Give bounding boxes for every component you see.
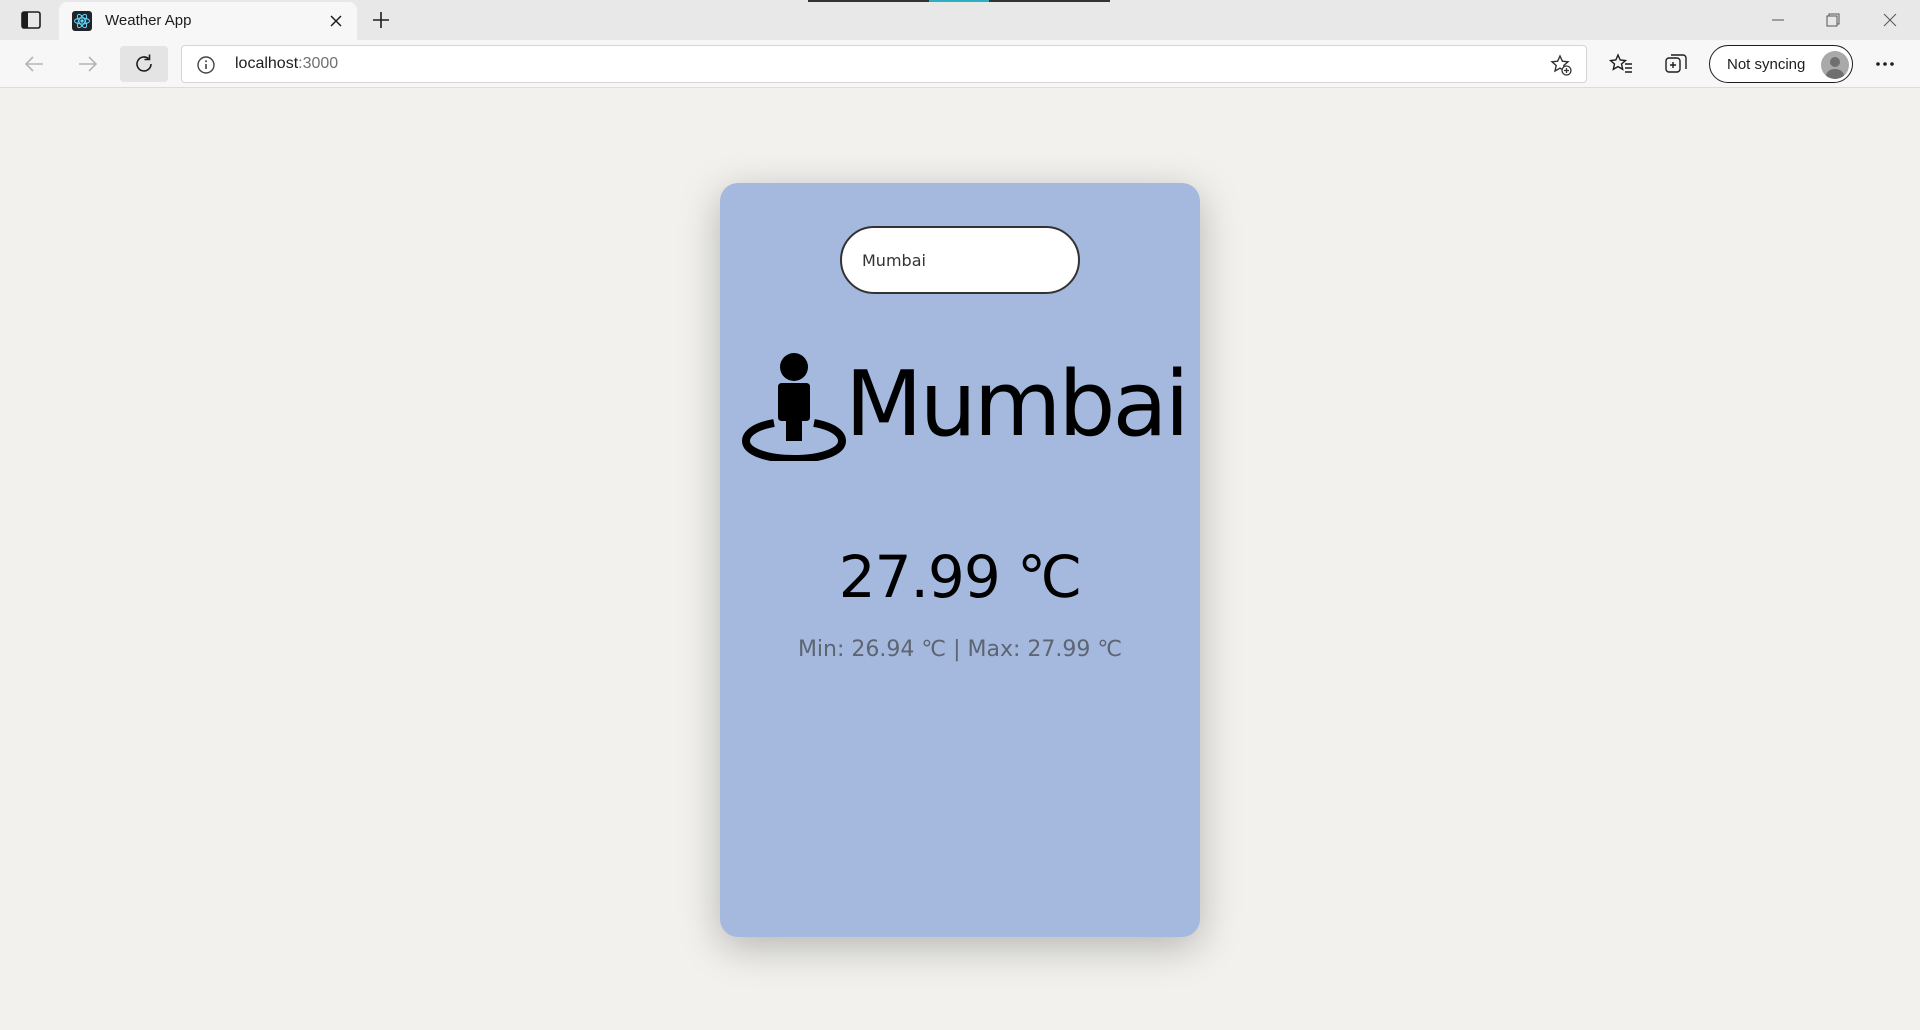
address-host: localhost — [235, 55, 299, 72]
sync-label: Not syncing — [1727, 56, 1806, 73]
collections-icon[interactable] — [1663, 51, 1689, 77]
react-icon — [72, 11, 92, 31]
back-arrow-icon[interactable] — [17, 47, 51, 81]
site-info-icon[interactable] — [196, 55, 216, 75]
close-tab-icon[interactable] — [326, 11, 346, 31]
browser-titlebar: Weather App — [0, 0, 1920, 40]
more-options-icon[interactable] — [1870, 51, 1900, 77]
page-viewport: Mumbai 27.99 ℃ Min: 26.94 ℃ | Max: 27.99… — [0, 89, 1920, 1030]
avatar — [1821, 51, 1849, 79]
street-view-icon — [741, 353, 847, 464]
tab-actions-icon[interactable] — [18, 9, 44, 31]
minimize-icon[interactable] — [1764, 6, 1792, 34]
refresh-icon[interactable] — [120, 46, 168, 82]
city-search-input[interactable] — [840, 226, 1080, 294]
browser-toolbar: localhost:3000 Not syncing — [0, 40, 1920, 88]
address-text: localhost:3000 — [235, 55, 338, 73]
tab-weather-app[interactable]: Weather App — [59, 2, 357, 40]
city-name: Mumbai — [845, 352, 1190, 457]
add-favorite-icon[interactable] — [1550, 54, 1572, 76]
window-drag-strip — [808, 0, 1110, 2]
current-temperature: 27.99 ℃ — [838, 543, 1083, 611]
restore-icon[interactable] — [1819, 6, 1847, 34]
min-max-temperature: Min: 26.94 ℃ | Max: 27.99 ℃ — [797, 637, 1123, 662]
tab-title: Weather App — [105, 12, 192, 29]
weather-card: Mumbai 27.99 ℃ Min: 26.94 ℃ | Max: 27.99… — [720, 183, 1200, 937]
profile-sync-button[interactable]: Not syncing — [1709, 45, 1853, 83]
address-port: :3000 — [298, 55, 339, 72]
favorites-icon[interactable] — [1608, 51, 1634, 77]
address-bar[interactable]: localhost:3000 — [181, 45, 1587, 83]
close-window-icon[interactable] — [1876, 6, 1904, 34]
forward-arrow-icon[interactable] — [71, 47, 105, 81]
new-tab-icon[interactable] — [368, 7, 394, 33]
city-heading: Mumbai — [741, 352, 1190, 464]
